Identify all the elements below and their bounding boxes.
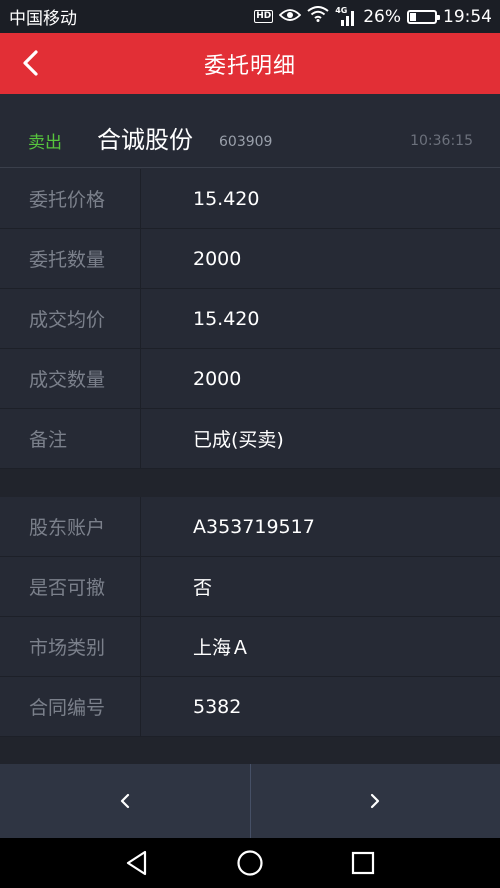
detail-label: 成交均价 (0, 289, 141, 348)
detail-value: 2000 (193, 247, 242, 270)
square-recents-icon (352, 851, 375, 875)
account-details: 股东账户 A353719517 是否可撤 否 市场类别 上海Ａ 合同编号 538… (0, 497, 500, 737)
signal-icon: 4G (335, 6, 357, 26)
detail-row-remark: 备注 已成(买卖) (0, 409, 500, 469)
page-title: 委托明细 (203, 53, 296, 79)
detail-value: 否 (193, 577, 213, 599)
detail-row-shareholder-account: 股东账户 A353719517 (0, 497, 500, 557)
detail-row-filled-quantity: 成交数量 2000 (0, 349, 500, 409)
nav-home-button[interactable] (230, 843, 270, 883)
title-bar: 委托明细 (0, 33, 500, 94)
section-divider (0, 737, 500, 764)
detail-row-quantity: 委托数量 2000 (0, 229, 500, 289)
circle-home-icon (237, 850, 263, 876)
clock: 19:54 (443, 6, 492, 27)
detail-row-price: 委托价格 15.420 (0, 169, 500, 229)
carrier-name: 中国移动 (9, 9, 77, 29)
detail-value: 已成(买卖) (193, 429, 284, 451)
detail-row-contract-number: 合同编号 5382 (0, 677, 500, 737)
detail-label: 合同编号 (0, 677, 141, 736)
detail-value: 15.420 (193, 187, 260, 210)
detail-value: 上海Ａ (193, 637, 251, 659)
eye-icon (278, 7, 302, 27)
detail-value: A353719517 (193, 515, 315, 538)
system-nav-bar (0, 838, 500, 888)
order-details: 委托价格 15.420 委托数量 2000 成交均价 15.420 成交数量 2… (0, 169, 500, 469)
stock-code: 603909 (219, 134, 273, 150)
hd-icon: HD (254, 10, 274, 23)
nav-recents-button[interactable] (343, 843, 383, 883)
order-side-badge: 卖出 (28, 133, 62, 153)
status-icons: HD 4G 26% 19:54 (254, 6, 492, 27)
previous-record-button[interactable] (0, 764, 250, 838)
nav-back-button[interactable] (117, 843, 157, 883)
detail-label: 成交数量 (0, 349, 141, 408)
chevron-right-icon (371, 793, 380, 809)
order-header (0, 94, 500, 168)
triangle-back-icon (126, 850, 146, 876)
detail-row-avg-price: 成交均价 15.420 (0, 289, 500, 349)
wifi-icon (307, 6, 329, 27)
stock-name: 合诚股份 (97, 126, 193, 154)
detail-value: 5382 (193, 695, 242, 718)
record-pager (0, 764, 500, 838)
detail-row-cancelable: 是否可撤 否 (0, 557, 500, 617)
battery-icon (407, 9, 440, 24)
detail-label: 委托数量 (0, 229, 141, 288)
detail-label: 委托价格 (0, 169, 141, 228)
back-button[interactable] (14, 47, 46, 79)
chevron-left-icon (23, 50, 38, 76)
status-bar: 中国移动 HD 4G 26% 19:54 (0, 0, 500, 33)
detail-label: 股东账户 (0, 497, 141, 556)
detail-row-market: 市场类别 上海Ａ (0, 617, 500, 677)
next-record-button[interactable] (251, 764, 500, 838)
order-time: 10:36:15 (410, 133, 473, 149)
detail-label: 是否可撤 (0, 557, 141, 616)
detail-value: 15.420 (193, 307, 260, 330)
battery-percent: 26% (363, 6, 401, 27)
detail-label: 备注 (0, 409, 141, 468)
detail-value: 2000 (193, 367, 242, 390)
detail-label: 市场类别 (0, 617, 141, 676)
section-divider (0, 469, 500, 497)
chevron-left-icon (120, 793, 129, 809)
